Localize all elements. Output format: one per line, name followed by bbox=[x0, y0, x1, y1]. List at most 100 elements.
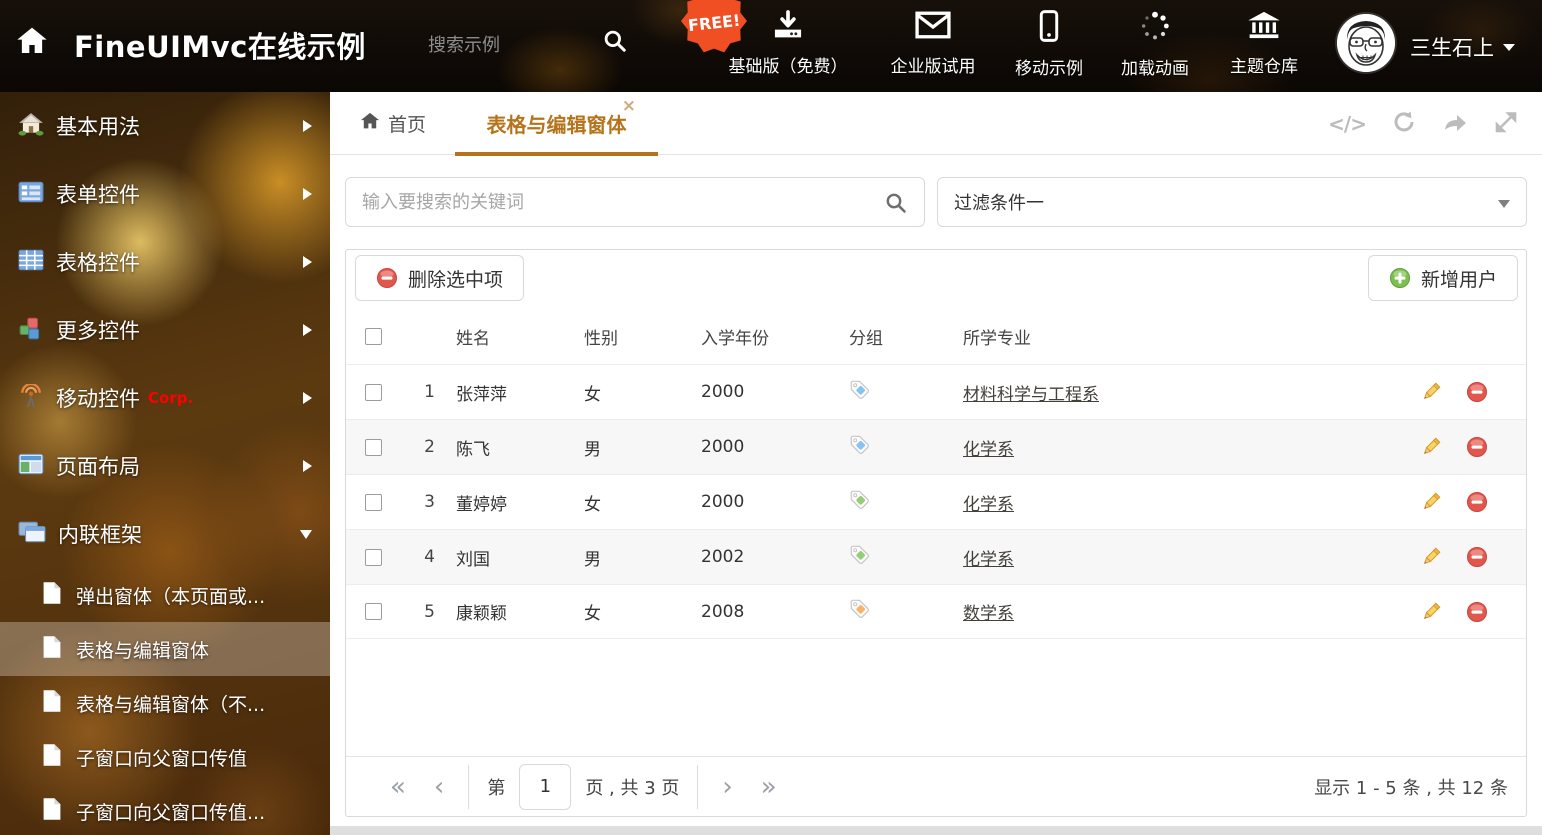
header-search-input[interactable] bbox=[428, 28, 588, 62]
chevron-right-icon bbox=[303, 120, 312, 132]
tab-close-icon[interactable]: × bbox=[622, 98, 636, 115]
page-number-input[interactable] bbox=[519, 764, 571, 810]
tab-grid-edit-window[interactable]: 表格与编辑窗体 × bbox=[455, 92, 658, 155]
row-checkbox[interactable] bbox=[365, 549, 382, 566]
house-icon bbox=[18, 112, 44, 140]
delete-icon[interactable] bbox=[1466, 436, 1488, 458]
keyword-search-input[interactable] bbox=[346, 178, 864, 226]
view-icons: </> bbox=[1328, 110, 1518, 138]
nav-basic-version[interactable]: 基础版（免费） bbox=[718, 10, 858, 77]
table-row: 1 张萍萍 女 2000 材料科学与工程系 bbox=[346, 364, 1526, 419]
search-icon[interactable] bbox=[884, 191, 908, 219]
filter-dropdown[interactable]: 过滤条件一 bbox=[937, 177, 1527, 227]
envelope-icon bbox=[915, 10, 951, 44]
home-icon[interactable] bbox=[16, 26, 48, 60]
add-user-button[interactable]: 新增用户 bbox=[1368, 255, 1518, 301]
tag-icon bbox=[849, 598, 871, 620]
edit-icon[interactable] bbox=[1420, 601, 1442, 623]
select-all-checkbox[interactable] bbox=[365, 328, 382, 345]
delete-icon[interactable] bbox=[1466, 491, 1488, 513]
sidebar-item-more-controls[interactable]: 更多控件 bbox=[0, 296, 330, 364]
tab-home[interactable]: 首页 bbox=[360, 92, 426, 155]
chevron-right-icon bbox=[303, 460, 312, 472]
prev-page-button[interactable]: ‹ bbox=[420, 774, 458, 800]
sidebar-subitem-popup-window[interactable]: 弹出窗体（本页面或... bbox=[0, 568, 330, 622]
page-label-prefix: 第 bbox=[487, 774, 505, 800]
major-link[interactable]: 化学系 bbox=[963, 550, 1014, 570]
sidebar-item-form-controls[interactable]: 表单控件 bbox=[0, 160, 330, 228]
delete-icon[interactable] bbox=[1466, 601, 1488, 623]
last-page-button[interactable]: » bbox=[747, 774, 791, 800]
nav-theme-repository[interactable]: 主题仓库 bbox=[1194, 10, 1334, 77]
major-link[interactable]: 数学系 bbox=[963, 604, 1014, 624]
source-code-icon[interactable]: </> bbox=[1328, 112, 1366, 136]
col-header-gender[interactable]: 性别 bbox=[571, 324, 691, 349]
file-icon bbox=[42, 581, 62, 609]
next-page-button[interactable]: › bbox=[708, 774, 746, 800]
col-header-group[interactable]: 分组 bbox=[841, 324, 951, 349]
chevron-right-icon bbox=[303, 392, 312, 404]
app-screen: FineUIMvc在线示例 FREE! 基础版（免费） 企业版试用 移动示例 bbox=[0, 0, 1542, 835]
row-checkbox[interactable] bbox=[365, 603, 382, 620]
sidebar-subitem-grid-edit-window[interactable]: 表格与编辑窗体 bbox=[0, 622, 330, 676]
antenna-icon bbox=[18, 384, 44, 412]
share-icon[interactable] bbox=[1442, 110, 1468, 138]
avatar[interactable] bbox=[1337, 14, 1395, 72]
tag-icon bbox=[849, 489, 871, 511]
user-menu[interactable]: 三生石上 bbox=[1410, 32, 1515, 62]
sidebar-item-mobile-controls[interactable]: 移动控件 Corp. bbox=[0, 364, 330, 432]
chevron-right-icon bbox=[303, 324, 312, 336]
tag-icon bbox=[849, 434, 871, 456]
major-link[interactable]: 材料科学与工程系 bbox=[963, 385, 1099, 405]
sidebar-item-page-layout[interactable]: 页面布局 bbox=[0, 432, 330, 500]
edit-icon[interactable] bbox=[1420, 436, 1442, 458]
col-header-name[interactable]: 姓名 bbox=[441, 324, 571, 349]
chevron-down-icon bbox=[1498, 200, 1510, 208]
form-icon bbox=[18, 181, 44, 207]
fullscreen-icon[interactable] bbox=[1494, 110, 1518, 138]
edit-icon[interactable] bbox=[1420, 546, 1442, 568]
edit-icon[interactable] bbox=[1420, 491, 1442, 513]
header-search-icon[interactable] bbox=[602, 28, 628, 58]
file-icon bbox=[42, 635, 62, 663]
row-checkbox[interactable] bbox=[365, 384, 382, 401]
download-icon bbox=[771, 10, 805, 44]
row-checkbox[interactable] bbox=[365, 439, 382, 456]
bottom-strip bbox=[330, 826, 1542, 835]
spinner-icon bbox=[1139, 10, 1171, 46]
bank-icon bbox=[1247, 10, 1281, 44]
filter-row: 过滤条件一 bbox=[345, 177, 1527, 227]
plus-circle-icon bbox=[1389, 267, 1411, 289]
sidebar-item-inline-frames[interactable]: 内联框架 bbox=[0, 500, 330, 568]
table-row: 4 刘国 男 2002 化学系 bbox=[346, 529, 1526, 584]
col-header-major[interactable]: 所学专业 bbox=[951, 324, 1409, 349]
major-link[interactable]: 化学系 bbox=[963, 440, 1014, 460]
sidebar-subitem-grid-edit-window-2[interactable]: 表格与编辑窗体（不... bbox=[0, 676, 330, 730]
sidebar-subitem-child-to-parent-2[interactable]: 子窗口向父窗口传值... bbox=[0, 784, 330, 835]
layout-icon bbox=[18, 453, 44, 479]
delete-icon[interactable] bbox=[1466, 381, 1488, 403]
app-title: FineUIMvc在线示例 bbox=[74, 24, 366, 66]
sidebar-item-grid-controls[interactable]: 表格控件 bbox=[0, 228, 330, 296]
major-link[interactable]: 化学系 bbox=[963, 495, 1014, 515]
users-table: 姓名 性别 入学年份 分组 所学专业 1 张萍萍 女 2000 bbox=[346, 308, 1526, 639]
delete-selected-button[interactable]: 删除选中项 bbox=[355, 255, 524, 301]
table-row: 3 董婷婷 女 2000 化学系 bbox=[346, 474, 1526, 529]
edit-icon[interactable] bbox=[1420, 381, 1442, 403]
cubes-icon bbox=[18, 316, 44, 344]
grid-panel: 删除选中项 新增用户 姓名 性别 入学年份 分组 所 bbox=[345, 249, 1527, 817]
col-header-year[interactable]: 入学年份 bbox=[691, 324, 841, 349]
sidebar-item-basic-usage[interactable]: 基本用法 bbox=[0, 92, 330, 160]
file-icon bbox=[42, 689, 62, 717]
sidebar: 基本用法 表单控件 表格控件 更多控件 移动控件 Corp. 页面布局 bbox=[0, 92, 330, 835]
content: 过滤条件一 删除选中项 新增用户 bbox=[330, 155, 1542, 835]
file-icon bbox=[42, 797, 62, 825]
refresh-icon[interactable] bbox=[1392, 110, 1416, 138]
row-checkbox[interactable] bbox=[365, 494, 382, 511]
first-page-button[interactable]: « bbox=[376, 774, 420, 800]
table-row: 5 康颖颖 女 2008 数学系 bbox=[346, 584, 1526, 639]
keyword-search-box bbox=[345, 177, 925, 227]
delete-icon[interactable] bbox=[1466, 546, 1488, 568]
sidebar-subitem-child-to-parent[interactable]: 子窗口向父窗口传值 bbox=[0, 730, 330, 784]
table-header-row: 姓名 性别 入学年份 分组 所学专业 bbox=[346, 308, 1526, 364]
